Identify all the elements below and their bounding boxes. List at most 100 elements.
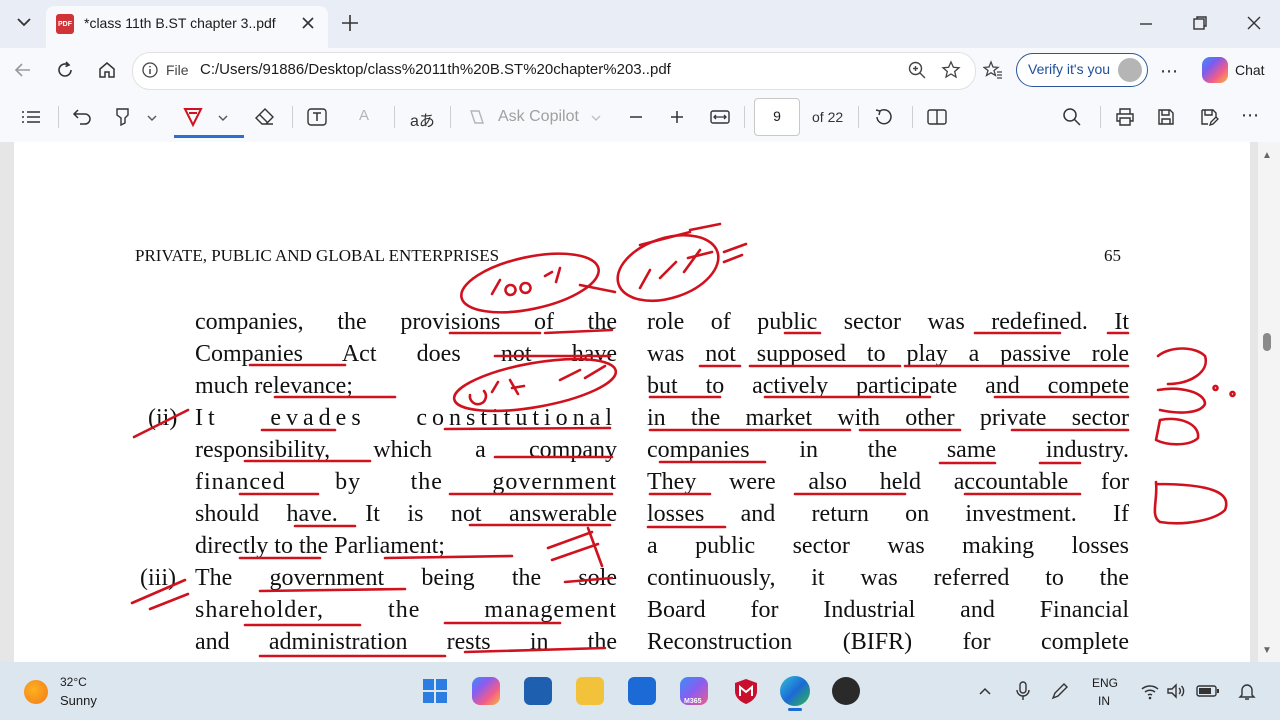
ink-underline — [238, 554, 514, 560]
weather-desc[interactable]: Sunny — [60, 693, 97, 708]
mcafee-app-icon[interactable] — [732, 677, 760, 710]
restore-button[interactable] — [1191, 14, 1209, 37]
pen-icon[interactable] — [1050, 681, 1070, 706]
add-text-icon[interactable] — [306, 107, 328, 132]
rotate-icon[interactable] — [873, 107, 895, 132]
zoom-out-button[interactable] — [626, 107, 646, 132]
microphone-icon[interactable] — [1015, 681, 1031, 706]
ink-scribble — [468, 364, 607, 406]
windows-start-icon[interactable] — [422, 678, 448, 709]
ink-scribble — [1154, 417, 1200, 446]
favorite-star-icon[interactable] — [941, 60, 961, 85]
page-view-icon[interactable] — [926, 107, 948, 132]
back-button[interactable] — [13, 60, 33, 85]
ink-underline — [243, 455, 614, 463]
vertical-scrollbar[interactable] — [1258, 142, 1280, 662]
more-options-icon[interactable]: ⋯ — [1160, 61, 1178, 82]
total-pages-label: of 22 — [812, 109, 844, 125]
toolbar-divider — [744, 106, 745, 128]
close-window-button[interactable] — [1245, 14, 1263, 37]
scheme-label: File — [166, 62, 189, 78]
back-arrow-icon — [14, 63, 30, 77]
toolbar-divider — [912, 106, 913, 128]
refresh-button[interactable] — [55, 60, 75, 85]
page-number-value: 9 — [773, 108, 781, 124]
notification-bell-icon[interactable] — [1238, 681, 1256, 706]
store-app-icon[interactable] — [524, 677, 552, 705]
toolbar-divider — [394, 106, 395, 128]
contents-list-icon[interactable] — [20, 107, 42, 132]
tab-close-icon[interactable] — [299, 14, 317, 37]
copilot-outline-icon — [466, 107, 488, 132]
read-aloud-icon[interactable]: aあ — [410, 107, 435, 131]
ask-copilot-label: Ask Copilot — [498, 108, 579, 125]
tray-chevron-up-icon[interactable] — [978, 684, 992, 703]
ink-oval-mark — [452, 357, 618, 413]
ink-scribble — [638, 248, 714, 290]
ink-tick — [132, 408, 190, 439]
home-button[interactable] — [97, 60, 117, 85]
tab-actions-chevron-icon[interactable] — [14, 12, 34, 37]
refresh-icon — [58, 61, 72, 77]
highlight-dropdown-chevron-icon[interactable] — [146, 111, 158, 129]
scroll-up-arrow-icon[interactable]: ▲ — [1262, 150, 1272, 161]
wifi-icon[interactable] — [1140, 682, 1160, 705]
ink-dots — [1212, 384, 1236, 398]
language-line2[interactable]: IN — [1098, 694, 1110, 708]
ink-oval-mark — [460, 252, 600, 314]
draw-dropdown-chevron-icon[interactable] — [217, 111, 229, 129]
file-explorer-icon[interactable] — [576, 677, 604, 705]
ink-underline — [258, 646, 607, 658]
copilot-app-icon[interactable] — [472, 677, 500, 705]
scrollbar-thumb[interactable] — [1263, 333, 1271, 351]
highlight-icon[interactable] — [112, 107, 134, 132]
ink-underline — [658, 460, 1082, 465]
avatar[interactable] — [1118, 58, 1142, 82]
pdf-more-options-icon[interactable]: ⋯ — [1241, 105, 1259, 126]
ink-scribble — [490, 266, 562, 297]
scroll-down-arrow-icon[interactable]: ▼ — [1262, 645, 1272, 656]
eraser-icon[interactable] — [254, 107, 276, 132]
battery-icon[interactable] — [1196, 684, 1220, 703]
draw-pen-icon[interactable] — [182, 106, 204, 133]
undo-icon[interactable] — [72, 107, 94, 132]
ink-oval-mark — [1153, 480, 1228, 525]
language-line1[interactable]: ENG — [1092, 676, 1118, 690]
search-icon[interactable] — [1062, 107, 1082, 132]
edge-browser-icon[interactable] — [780, 676, 810, 706]
sun-weather-icon[interactable] — [24, 680, 48, 704]
ink-scribble — [1156, 387, 1207, 414]
copilot-icon[interactable] — [1202, 57, 1228, 83]
draw-active-indicator — [174, 135, 244, 138]
zoom-icon[interactable] — [907, 60, 927, 85]
obs-app-icon[interactable] — [832, 677, 860, 705]
minimize-button[interactable] — [1137, 14, 1155, 37]
save-icon[interactable] — [1156, 107, 1176, 132]
toolbar-divider — [292, 106, 293, 128]
chat-label[interactable]: Chat — [1235, 62, 1265, 78]
ink-underline — [448, 328, 614, 335]
volume-icon[interactable] — [1166, 682, 1186, 705]
text-format-icon: A — [359, 107, 370, 124]
ink-underline — [243, 621, 562, 627]
favorites-bar-icon[interactable] — [982, 60, 1003, 85]
minus-icon — [630, 116, 642, 118]
new-tab-button[interactable] — [340, 13, 360, 38]
fit-to-width-icon[interactable] — [709, 107, 731, 132]
info-icon[interactable] — [141, 61, 159, 84]
plus-icon — [671, 111, 683, 123]
active-app-indicator — [788, 708, 802, 711]
toolbar-divider — [58, 106, 59, 128]
ink-underline — [293, 523, 612, 528]
print-icon[interactable] — [1114, 107, 1136, 132]
url-text[interactable]: C:/Users/91886/Desktop/class%2011th%20B.… — [200, 61, 671, 78]
ink-underline — [258, 576, 614, 593]
zoom-in-button[interactable] — [667, 107, 687, 132]
ink-scribble — [1156, 347, 1208, 386]
m365-badge: M365 — [684, 698, 702, 705]
outlook-app-icon[interactable] — [628, 677, 656, 705]
ink-annotations — [130, 222, 1236, 658]
save-as-icon[interactable] — [1199, 107, 1219, 132]
tab-title: *class 11th B.ST chapter 3..pdf — [84, 15, 276, 31]
weather-temp[interactable]: 32°C — [60, 675, 87, 689]
